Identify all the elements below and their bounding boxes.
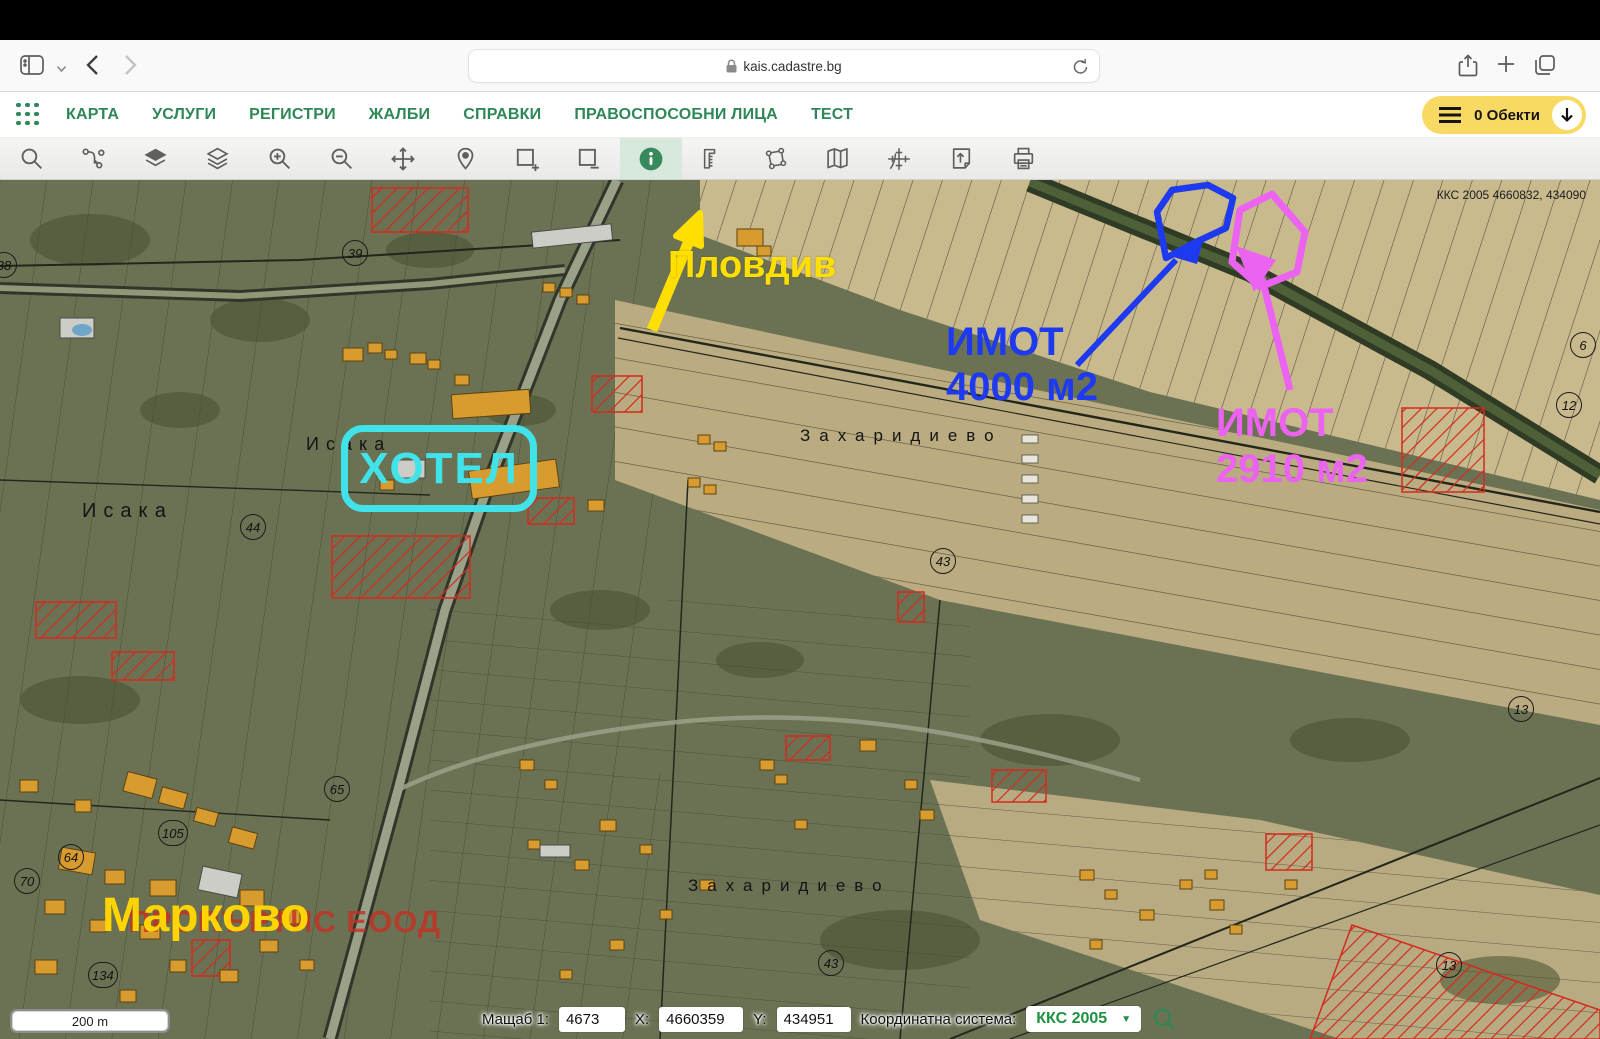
parcel-number: 65 [324, 776, 350, 802]
objects-count-label: 0 Обекти [1474, 107, 1540, 124]
label-zaharidievo-bottom: Захаридиево [688, 876, 891, 896]
parcel-number: 13 [1508, 696, 1534, 722]
location-pin-icon[interactable] [434, 138, 496, 179]
hamburger-icon [1438, 106, 1462, 124]
map-toolbar [0, 138, 1600, 180]
zoom-out-icon[interactable] [310, 138, 372, 179]
label-isaka-left: Исака [82, 500, 173, 523]
imot-pink-line2: 2910 м2 [1216, 446, 1368, 492]
layers-filled-icon[interactable] [124, 138, 186, 179]
nav-uslugi[interactable]: УСЛУГИ [152, 106, 216, 124]
x-coordinate-input[interactable] [659, 1007, 743, 1032]
parcel-number: 105 [158, 820, 188, 846]
refresh-icon[interactable] [1073, 58, 1089, 79]
url-text: kais.cadastre.bg [743, 59, 841, 74]
parcel-number: 70 [14, 868, 40, 894]
map-corner-coordinates: ККС 2005 4660832, 434090 [1437, 188, 1586, 202]
browser-window: kais.cadastre.bg КАРТА УСЛУГИ РЕГИСТРИ Ж… [0, 0, 1600, 1039]
nav-test[interactable]: ТЕСТ [811, 106, 853, 124]
x-label: X: [635, 1011, 649, 1028]
annotation-plovdiv: Пловдив [668, 244, 836, 287]
parcel-number: 64 [58, 844, 84, 870]
polygon-icon[interactable] [744, 138, 806, 179]
y-label: Y: [753, 1011, 766, 1028]
nav-registri[interactable]: РЕГИСТРИ [249, 106, 336, 124]
status-bar: Мащаб 1: X: Y: Координатна система: ККС … [482, 1006, 1177, 1032]
parcel-number: 43 [818, 950, 844, 976]
nav-zhalbi[interactable]: ЖАЛБИ [369, 106, 430, 124]
label-zaharidievo-top: Захаридиево [800, 426, 1003, 446]
parcel-number: 12 [1556, 392, 1582, 418]
lock-icon [726, 59, 737, 73]
site-nav: КАРТА УСЛУГИ РЕГИСТРИ ЖАЛБИ СПРАВКИ ПРАВ… [0, 92, 1600, 138]
forward-icon[interactable] [124, 54, 137, 81]
annotation-imot-blue: ИМОТ 4000 м2 [946, 320, 1098, 410]
crs-dropdown-arrow-icon: ▼ [1121, 1014, 1131, 1025]
layers-icon[interactable] [186, 138, 248, 179]
select-add-icon[interactable] [496, 138, 558, 179]
parcel-number: 134 [88, 962, 118, 988]
crs-value: ККС 2005 [1036, 1010, 1107, 1028]
export-icon[interactable] [930, 138, 992, 179]
objects-download-icon[interactable] [1552, 100, 1582, 130]
measure-icon[interactable] [682, 138, 744, 179]
nav-spravki[interactable]: СПРАВКИ [463, 106, 541, 124]
macos-top-bar [0, 0, 1600, 40]
print-icon[interactable] [992, 138, 1054, 179]
sidebar-icon[interactable] [20, 54, 44, 81]
annotation-hotel-label: ХОТЕЛ [348, 432, 530, 505]
annotation-imot-pink: ИМОТ 2910 м2 [1216, 400, 1368, 492]
share-icon[interactable] [1458, 54, 1478, 83]
imot-blue-line2: 4000 м2 [946, 365, 1098, 410]
tab-overview-icon[interactable] [1534, 54, 1556, 81]
map-icon[interactable] [806, 138, 868, 179]
annotation-hotel-box: ХОТЕЛ [341, 425, 537, 512]
select-trace-icon[interactable] [62, 138, 124, 179]
search-icon[interactable] [0, 138, 62, 179]
objects-button[interactable]: 0 Обекти [1422, 96, 1586, 134]
label-markovo: Марково [102, 888, 310, 943]
y-coordinate-input[interactable] [777, 1007, 851, 1032]
parcel-number: 39 [342, 240, 368, 266]
chevron-down-icon[interactable] [56, 60, 67, 78]
parcel-number: 13 [1436, 952, 1462, 978]
back-icon[interactable] [86, 54, 99, 81]
imot-blue-line1: ИМОТ [946, 320, 1098, 365]
coordinate-search-icon[interactable] [1151, 1006, 1177, 1032]
nav-karta[interactable]: КАРТА [66, 106, 119, 124]
coordinates-icon[interactable] [868, 138, 930, 179]
crs-label: Координатна система: [861, 1011, 1017, 1028]
map-canvas[interactable]: ККС 2005 4660832, 434090 Захаридиево Зах… [0, 180, 1600, 1039]
imot-pink-line1: ИМОТ [1216, 400, 1368, 446]
scale-bar-label: 200 m [72, 1014, 108, 1029]
zoom-in-icon[interactable] [248, 138, 310, 179]
new-tab-icon[interactable] [1496, 54, 1516, 79]
parcel-number: 44 [240, 514, 266, 540]
select-remove-icon[interactable] [558, 138, 620, 179]
scale-label: Мащаб 1: [482, 1011, 549, 1028]
browser-toolbar: kais.cadastre.bg [0, 40, 1600, 92]
crs-dropdown[interactable]: ККС 2005 ▼ [1026, 1006, 1141, 1032]
scale-bar: 200 m [10, 1009, 170, 1033]
parcel-number: 6 [1570, 332, 1596, 358]
pan-icon[interactable] [372, 138, 434, 179]
apps-grid-icon[interactable] [16, 103, 40, 127]
address-bar[interactable]: kais.cadastre.bg [468, 49, 1100, 83]
nav-pravosposobni-lica[interactable]: ПРАВОСПОСОБНИ ЛИЦА [574, 106, 778, 124]
parcel-number: 43 [930, 548, 956, 574]
scale-input[interactable] [559, 1007, 625, 1032]
info-icon[interactable] [620, 138, 682, 179]
